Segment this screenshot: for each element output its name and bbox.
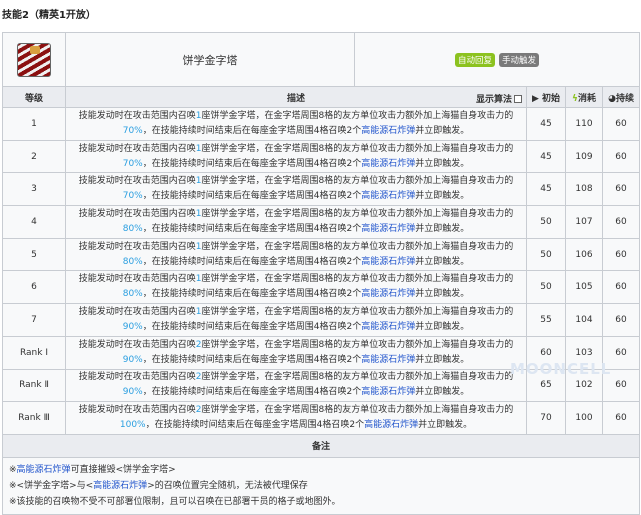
cost-cell: 110 (565, 107, 603, 141)
initial-cell: 50 (526, 270, 566, 305)
initial-cell: 70 (526, 401, 566, 435)
level-cell: 1 (2, 107, 66, 141)
bomb-link[interactable]: 高能源石炸弹 (93, 481, 147, 491)
bomb-link[interactable]: 高能源石炸弹 (361, 387, 415, 397)
table-row: 3 技能发动时在攻击范围内召唤1座饼学金字塔，在金字塔周围8格的友方单位攻击力额… (2, 172, 641, 207)
cost-cell: 108 (565, 172, 603, 207)
level-cell: 4 (2, 205, 66, 239)
desc-cell: 技能发动时在攻击范围内召唤2座饼学金字塔，在金字塔周围8格的友方单位攻击力额外加… (65, 335, 527, 370)
duration-cell: 60 (601, 303, 641, 337)
table-row: 2 技能发动时在攻击范围内召唤1座饼学金字塔，在金字塔周围8格的友方单位攻击力额… (2, 139, 641, 174)
skill-tags: 自动回复 手动触发 (353, 32, 641, 87)
level-cell: 5 (2, 237, 66, 272)
initial-cell: 50 (526, 237, 566, 272)
cost-cell: 106 (565, 237, 603, 272)
table-row: 5 技能发动时在攻击范围内召唤1座饼学金字塔，在金字塔周围8格的友方单位攻击力额… (2, 237, 641, 272)
bomb-link[interactable]: 高能源石炸弹 (361, 289, 415, 299)
note-1: ※高能源石炸弹可直接摧毁<饼学金字塔> (9, 464, 176, 475)
note-2: ※<饼学金字塔>与<高能源石炸弹>的召唤位置完全随机，无法被代理保存 (9, 480, 308, 491)
desc-cell: 技能发动时在攻击范围内召唤2座饼学金字塔，在金字塔周围8格的友方单位攻击力额外加… (65, 401, 527, 435)
table-row: 1 技能发动时在攻击范围内召唤1座饼学金字塔，在金字塔周围8格的友方单位攻击力额… (2, 107, 641, 141)
duration-cell: 60 (601, 401, 641, 435)
cost-cell: 105 (565, 270, 603, 305)
skill-name: 饼学金字塔 (65, 32, 355, 87)
table-row: 7 技能发动时在攻击范围内召唤1座饼学金字塔，在金字塔周围8格的友方单位攻击力额… (2, 303, 641, 337)
initial-cell: 45 (526, 107, 566, 141)
bomb-link[interactable]: 高能源石炸弹 (364, 420, 418, 430)
section-title: 技能2（精英1开放） (2, 10, 96, 21)
skill-table: 饼学金字塔 自动回复 手动触发 等级 描述 显示算法 ▶ 初始 ϟ消耗 ◕持续 1… (1, 32, 641, 515)
bomb-link[interactable]: 高能源石炸弹 (361, 159, 415, 169)
duration-cell: 60 (601, 205, 641, 239)
cost-cell: 100 (565, 401, 603, 435)
col-desc-label: 描述 (286, 93, 305, 104)
play-icon: ▶ (531, 93, 539, 104)
skill-icon (17, 42, 51, 77)
column-header-row: 等级 描述 显示算法 ▶ 初始 ϟ消耗 ◕持续 (2, 86, 641, 108)
bomb-link[interactable]: 高能源石炸弹 (361, 355, 415, 365)
desc-cell: 技能发动时在攻击范围内召唤1座饼学金字塔，在金字塔周围8格的友方单位攻击力额外加… (65, 139, 527, 174)
show-formula-checkbox[interactable] (514, 95, 522, 103)
desc-cell: 技能发动时在攻击范围内召唤1座饼学金字塔，在金字塔周围8格的友方单位攻击力额外加… (65, 107, 527, 141)
level-cell: 7 (2, 303, 66, 337)
initial-cell: 45 (526, 172, 566, 207)
col-level: 等级 (2, 86, 66, 108)
duration-cell: 60 (601, 172, 641, 207)
table-row: 6 技能发动时在攻击范围内召唤1座饼学金字塔，在金字塔周围8格的友方单位攻击力额… (2, 270, 641, 305)
col-cost-label: 消耗 (577, 93, 596, 104)
col-initial-label: 初始 (542, 93, 561, 104)
clock-icon: ◕ (608, 93, 616, 104)
initial-cell: 55 (526, 303, 566, 337)
duration-cell: 60 (601, 139, 641, 174)
desc-cell: 技能发动时在攻击范围内召唤2座饼学金字塔，在金字塔周围8格的友方单位攻击力额外加… (65, 368, 527, 403)
duration-cell: 60 (601, 237, 641, 272)
table-row: 4 技能发动时在攻击范围内召唤1座饼学金字塔，在金字塔周围8格的友方单位攻击力额… (2, 205, 641, 239)
notes-body: ※高能源石炸弹可直接摧毁<饼学金字塔> ※<饼学金字塔>与<高能源石炸弹>的召唤… (1, 456, 641, 515)
bomb-link[interactable]: 高能源石炸弹 (361, 191, 415, 201)
bomb-link[interactable]: 高能源石炸弹 (361, 224, 415, 234)
level-cell: Rank Ⅰ (2, 335, 66, 370)
level-cell: Rank Ⅱ (2, 368, 66, 403)
bomb-link[interactable]: 高能源石炸弹 (361, 322, 415, 332)
bomb-link[interactable]: 高能源石炸弹 (17, 465, 71, 475)
desc-cell: 技能发动时在攻击范围内召唤1座饼学金字塔，在金字塔周围8格的友方单位攻击力额外加… (65, 237, 527, 272)
col-duration: ◕持续 (601, 86, 641, 108)
show-formula-label: 显示算法 (475, 95, 512, 105)
bomb-link[interactable]: 高能源石炸弹 (361, 126, 415, 136)
tag-manual-trigger: 手动触发 (499, 52, 540, 67)
note-3: ※该技能的召唤物不受不可部署位限制，且可以召唤在已部署干员的格子或地图外。 (9, 496, 341, 507)
level-cell: Rank Ⅲ (2, 401, 66, 435)
show-formula-toggle[interactable]: 显示算法 (476, 92, 522, 105)
table-row: Rank Ⅲ 技能发动时在攻击范围内召唤2座饼学金字塔，在金字塔周围8格的友方单… (2, 401, 641, 435)
cost-cell: 109 (565, 139, 603, 174)
level-cell: 2 (2, 139, 66, 174)
initial-cell: 50 (526, 205, 566, 239)
desc-cell: 技能发动时在攻击范围内召唤1座饼学金字塔，在金字塔周围8格的友方单位攻击力额外加… (65, 270, 527, 305)
watermark: MOONCELL (510, 360, 612, 378)
duration-cell: 60 (601, 107, 641, 141)
desc-cell: 技能发动时在攻击范围内召唤1座饼学金字塔，在金字塔周围8格的友方单位攻击力额外加… (65, 303, 527, 337)
level-cell: 3 (2, 172, 66, 207)
desc-cell: 技能发动时在攻击范围内召唤1座饼学金字塔，在金字塔周围8格的友方单位攻击力额外加… (65, 205, 527, 239)
col-desc: 描述 显示算法 (65, 86, 527, 108)
level-cell: 6 (2, 270, 66, 305)
col-cost: ϟ消耗 (565, 86, 603, 108)
col-duration-label: 持续 (615, 93, 634, 104)
tag-auto-recovery: 自动回复 (455, 52, 496, 67)
skill-icon-cell (2, 32, 66, 87)
cost-cell: 104 (565, 303, 603, 337)
desc-cell: 技能发动时在攻击范围内召唤1座饼学金字塔，在金字塔周围8格的友方单位攻击力额外加… (65, 172, 527, 207)
initial-cell: 45 (526, 139, 566, 174)
col-initial: ▶ 初始 (526, 86, 566, 108)
bomb-link[interactable]: 高能源石炸弹 (361, 257, 415, 267)
duration-cell: 60 (601, 270, 641, 305)
notes-title: 备注 (1, 433, 641, 458)
cost-cell: 107 (565, 205, 603, 239)
skill-header-row: 饼学金字塔 自动回复 手动触发 (2, 32, 641, 87)
